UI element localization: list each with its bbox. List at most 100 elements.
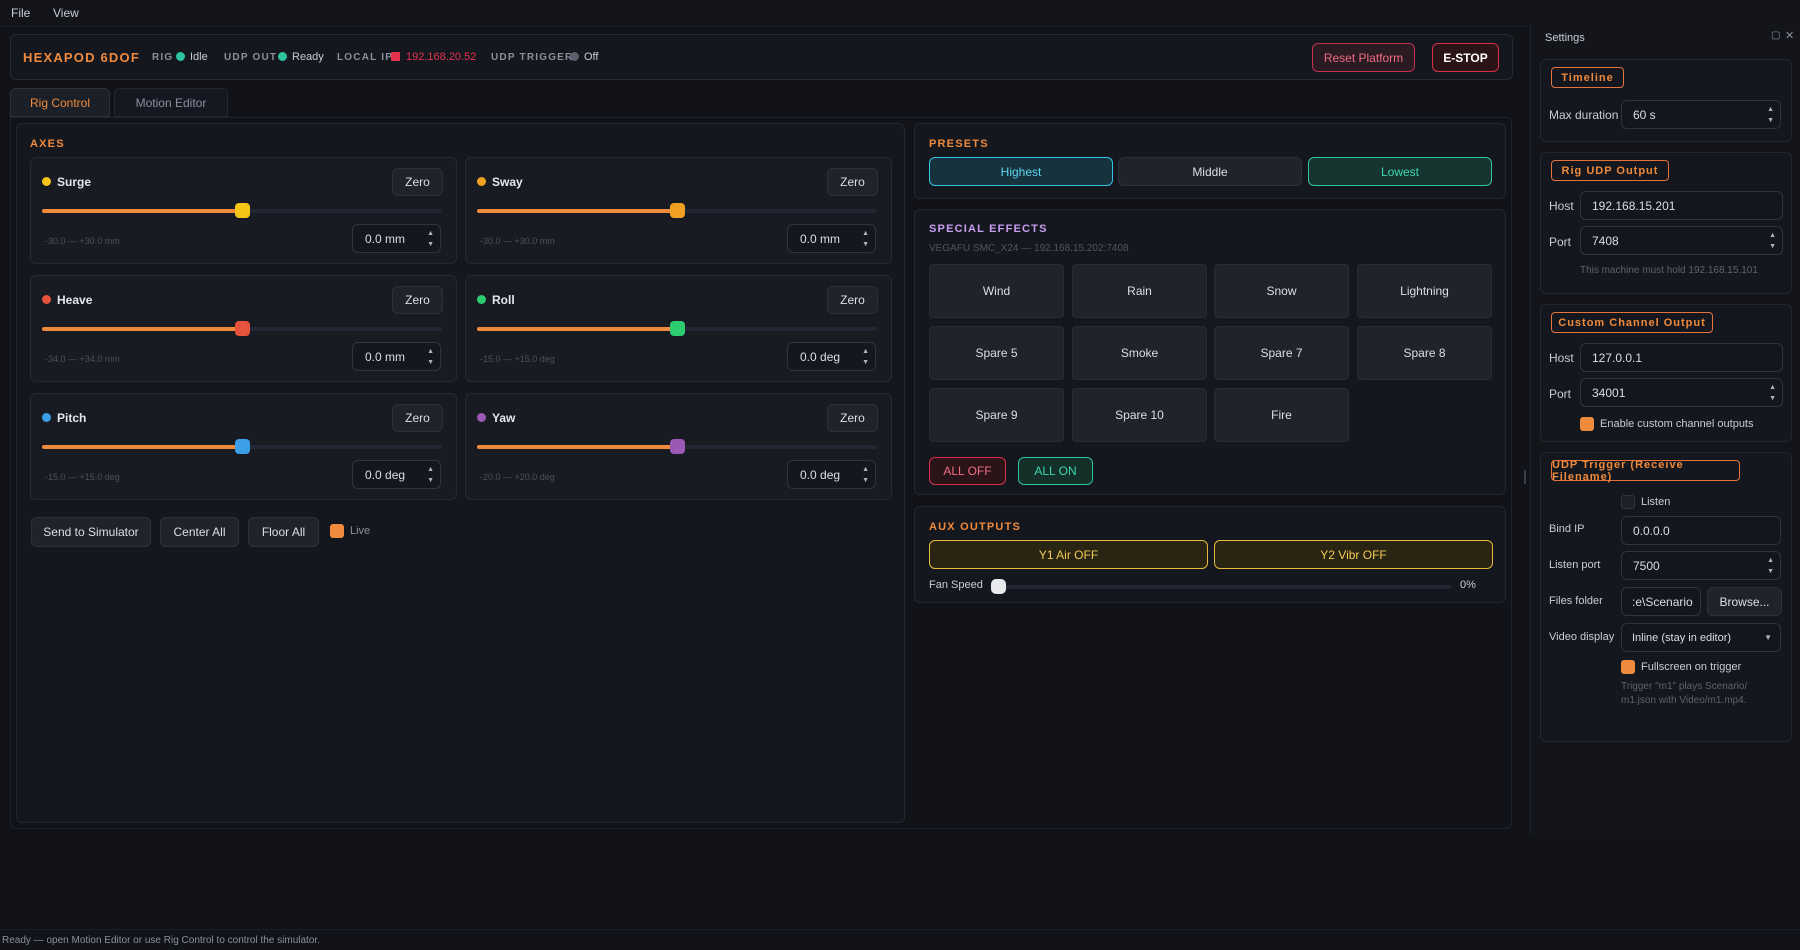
axis-slider-track[interactable]: [477, 439, 877, 454]
axis-slider-track[interactable]: [42, 203, 442, 218]
tab-rig-control[interactable]: Rig Control: [10, 88, 110, 117]
axis-slider-fill: [42, 445, 242, 449]
preset-lowest-button[interactable]: Lowest: [1308, 157, 1492, 186]
spin-up-icon[interactable]: ▲: [1769, 384, 1776, 392]
effect-button-spare-10[interactable]: Spare 10: [1072, 388, 1207, 442]
zero-button[interactable]: Zero: [392, 404, 443, 432]
spin-up-icon[interactable]: ▲: [427, 466, 434, 474]
zero-button[interactable]: Zero: [827, 286, 878, 314]
custom-port-spinbox[interactable]: 34001 ▲ ▼: [1580, 378, 1783, 407]
tab-motion-editor[interactable]: Motion Editor: [114, 88, 228, 117]
effect-button-rain[interactable]: Rain: [1072, 264, 1207, 318]
effect-button-fire[interactable]: Fire: [1214, 388, 1349, 442]
effect-button-spare-7[interactable]: Spare 7: [1214, 326, 1349, 380]
fan-speed-track[interactable]: [991, 579, 1451, 594]
spin-down-icon[interactable]: ▼: [1769, 395, 1776, 403]
chevron-down-icon[interactable]: ▼: [1764, 633, 1772, 642]
browse-button[interactable]: Browse...: [1707, 587, 1782, 616]
axis-slider-thumb[interactable]: [234, 203, 250, 218]
undock-icon[interactable]: ▢: [1771, 30, 1780, 41]
custom-host-input[interactable]: 127.0.0.1: [1580, 343, 1783, 372]
spin-down-icon[interactable]: ▼: [1767, 568, 1774, 576]
spin-up-icon[interactable]: ▲: [427, 230, 434, 238]
zero-button[interactable]: Zero: [827, 168, 878, 196]
axis-slider-track[interactable]: [42, 321, 442, 336]
axis-slider-thumb[interactable]: [234, 439, 250, 454]
y1-air-button[interactable]: Y1 Air OFF: [929, 540, 1208, 569]
axis-slider-fill: [42, 327, 242, 331]
preset-highest-button[interactable]: Highest: [929, 157, 1113, 186]
files-folder-input[interactable]: :e\Scenario: [1621, 587, 1701, 616]
effect-button-lightning[interactable]: Lightning: [1357, 264, 1492, 318]
fan-speed-thumb[interactable]: [991, 579, 1006, 594]
zero-button[interactable]: Zero: [827, 404, 878, 432]
spin-down-icon[interactable]: ▼: [427, 359, 434, 367]
video-display-select[interactable]: Inline (stay in editor) ▼: [1621, 623, 1781, 652]
axis-slider-track[interactable]: [477, 203, 877, 218]
preset-middle-button[interactable]: Middle: [1118, 157, 1302, 186]
axis-slider-fill: [42, 209, 242, 213]
listen-checkbox[interactable]: [1621, 495, 1635, 509]
axis-value-spinbox[interactable]: 0.0 mm ▲ ▼: [352, 224, 441, 253]
axis-slider-track[interactable]: [42, 439, 442, 454]
axis-slider-thumb[interactable]: [234, 321, 250, 336]
rig-status-dot: [176, 52, 185, 61]
axis-slider-thumb[interactable]: [669, 321, 685, 336]
trigger-note-line1: Trigger "m1" plays Scenario/: [1621, 681, 1748, 692]
spin-down-icon[interactable]: ▼: [1767, 117, 1774, 125]
menu-view[interactable]: View: [53, 6, 79, 20]
spin-down-icon[interactable]: ▼: [427, 241, 434, 249]
rig-host-input[interactable]: 192.168.15.201: [1580, 191, 1783, 220]
axis-card-heave: Heave Zero -34.0 — +34.0 mm 0.0 mm ▲ ▼: [30, 275, 457, 382]
rig-port-spinbox[interactable]: 7408 ▲ ▼: [1580, 226, 1783, 255]
spin-up-icon[interactable]: ▲: [862, 466, 869, 474]
spin-down-icon[interactable]: ▼: [1769, 243, 1776, 251]
close-icon[interactable]: ✕: [1785, 29, 1794, 42]
floor-all-button[interactable]: Floor All: [248, 517, 319, 547]
axis-value-spinbox[interactable]: 0.0 deg ▲ ▼: [787, 460, 876, 489]
axis-slider-thumb[interactable]: [669, 439, 685, 454]
all-on-button[interactable]: ALL ON: [1018, 457, 1093, 485]
enable-custom-checkbox[interactable]: [1580, 417, 1594, 431]
effect-button-spare-5[interactable]: Spare 5: [929, 326, 1064, 380]
zero-button[interactable]: Zero: [392, 168, 443, 196]
spin-up-icon[interactable]: ▲: [862, 230, 869, 238]
effect-button-spare-8[interactable]: Spare 8: [1357, 326, 1492, 380]
effect-button-snow[interactable]: Snow: [1214, 264, 1349, 318]
aux-outputs-panel: AUX OUTPUTS Y1 Air OFF Y2 Vibr OFF Fan S…: [914, 506, 1506, 603]
spin-up-icon[interactable]: ▲: [1767, 557, 1774, 565]
center-all-button[interactable]: Center All: [160, 517, 239, 547]
reset-platform-button[interactable]: Reset Platform: [1312, 43, 1415, 72]
spin-down-icon[interactable]: ▼: [862, 241, 869, 249]
spin-up-icon[interactable]: ▲: [1767, 106, 1774, 114]
spin-up-icon[interactable]: ▲: [862, 348, 869, 356]
send-to-simulator-button[interactable]: Send to Simulator: [31, 517, 151, 547]
live-checkbox[interactable]: [330, 524, 344, 538]
axis-value: 0.0 deg: [800, 467, 841, 482]
effect-button-wind[interactable]: Wind: [929, 264, 1064, 318]
axis-value-spinbox[interactable]: 0.0 mm ▲ ▼: [352, 342, 441, 371]
estop-button[interactable]: E-STOP: [1432, 43, 1499, 72]
video-display-label: Video display: [1549, 631, 1615, 643]
max-duration-spinbox[interactable]: 60 s ▲ ▼: [1621, 100, 1781, 129]
listen-port-spinbox[interactable]: 7500 ▲ ▼: [1621, 551, 1781, 580]
axis-value-spinbox[interactable]: 0.0 deg ▲ ▼: [352, 460, 441, 489]
fullscreen-checkbox[interactable]: [1621, 660, 1635, 674]
spin-down-icon[interactable]: ▼: [427, 477, 434, 485]
zero-button[interactable]: Zero: [392, 286, 443, 314]
spin-down-icon[interactable]: ▼: [862, 359, 869, 367]
y2-vibr-button[interactable]: Y2 Vibr OFF: [1214, 540, 1493, 569]
axis-slider-track[interactable]: [477, 321, 877, 336]
axis-value-spinbox[interactable]: 0.0 mm ▲ ▼: [787, 224, 876, 253]
spin-up-icon[interactable]: ▲: [1769, 232, 1776, 240]
axis-value-spinbox[interactable]: 0.0 deg ▲ ▼: [787, 342, 876, 371]
bind-ip-input[interactable]: 0.0.0.0: [1621, 516, 1781, 545]
spin-up-icon[interactable]: ▲: [427, 348, 434, 356]
splitter-handle[interactable]: [1524, 470, 1526, 484]
effect-button-spare-9[interactable]: Spare 9: [929, 388, 1064, 442]
spin-down-icon[interactable]: ▼: [862, 477, 869, 485]
axis-slider-thumb[interactable]: [669, 203, 685, 218]
effect-button-smoke[interactable]: Smoke: [1072, 326, 1207, 380]
all-off-button[interactable]: ALL OFF: [929, 457, 1006, 485]
menu-file[interactable]: File: [11, 6, 30, 20]
